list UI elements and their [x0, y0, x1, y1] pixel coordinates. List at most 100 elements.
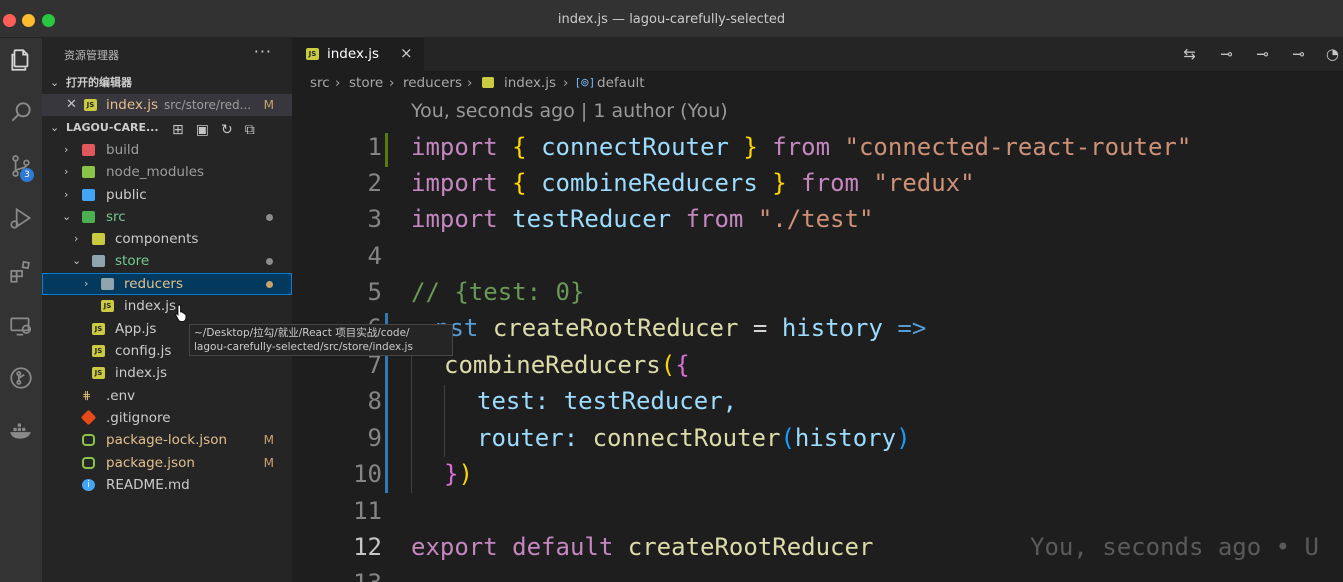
breadcrumb: src › store › reducers › index.js › [⊚] … [292, 71, 1343, 95]
tree-item-src-index[interactable]: JS index.js [42, 362, 292, 384]
explorer-sidebar: 资源管理器 ··· ⌄ 打开的编辑器 ✕ JS index.js src/sto… [42, 38, 292, 582]
node-file-icon [82, 457, 95, 469]
breadcrumb-symbol[interactable]: default [597, 71, 645, 95]
env-file-icon: ⋕ [82, 389, 92, 402]
line-number: 4 [367, 242, 382, 270]
source-control-badge: 3 [20, 168, 34, 182]
remote-explorer-icon[interactable] [0, 306, 42, 346]
folder-reducers-icon [101, 278, 114, 290]
line-number: 9 [367, 424, 382, 452]
line-number: 8 [367, 387, 382, 415]
js-file-icon: JS [101, 300, 114, 312]
editor-tab-bar: JS index.js × ⇆ ⊸ ⊸ ⊸ ◔ [292, 38, 1343, 71]
collapse-all-icon[interactable]: ⧉ [245, 122, 255, 138]
line-number: 1 [367, 133, 382, 161]
window-title: index.js — lagou-carefully-selected [557, 12, 786, 27]
tree-item-public[interactable]: › public [42, 184, 292, 206]
folder-components-icon [92, 233, 105, 245]
tab-label: index.js [327, 46, 380, 62]
git-compare-icon[interactable]: ⊸ [1256, 45, 1269, 63]
new-file-icon[interactable]: ⊞ [172, 122, 184, 138]
project-header[interactable]: ⌄ LAGOU-CARE... ⊞ ▣ ↻ ⧉ [42, 117, 292, 139]
modified-badge: M [263, 98, 274, 112]
info-icon: i [82, 479, 95, 491]
search-icon[interactable] [0, 92, 42, 132]
refresh-icon[interactable]: ↻ [221, 122, 233, 138]
open-changes-icon[interactable]: ⇆ [1183, 45, 1196, 63]
js-file-icon: JS [84, 99, 97, 111]
tree-item-node-modules[interactable]: › node_modules [42, 161, 292, 183]
code-line-9: router: connectRouter(history) [477, 424, 911, 452]
line-number: 12 [353, 533, 382, 561]
docker-icon[interactable] [0, 410, 42, 450]
folder-store-icon [92, 255, 105, 267]
indent-guide [411, 347, 412, 493]
code-line-3: import testReducer from "./test" [411, 205, 874, 233]
close-tab-icon[interactable]: × [400, 44, 413, 62]
line-number: 3 [367, 205, 382, 233]
tree-item-readme[interactable]: i README.md [42, 474, 292, 496]
open-editor-item[interactable]: ✕ JS index.js src/store/red... M [42, 94, 292, 116]
tree-item-gitignore[interactable]: .gitignore [42, 407, 292, 429]
tree-item-package[interactable]: package.json M [42, 452, 292, 474]
indent-guide [444, 385, 445, 457]
breadcrumb-reducers[interactable]: reducers [403, 71, 462, 95]
tree-item-src[interactable]: ⌄ src [42, 206, 292, 228]
timeline-icon[interactable]: ◔ [1326, 45, 1339, 63]
explorer-title: 资源管理器 [64, 49, 119, 62]
tree-item-build[interactable]: › build [42, 139, 292, 161]
chevron-right-icon: › [84, 277, 89, 290]
modified-dot [266, 281, 273, 288]
chevron-down-icon: ⌄ [50, 121, 60, 134]
git-file-icon [80, 409, 97, 426]
line-number: 13 [292, 569, 382, 582]
breadcrumb-store[interactable]: store [349, 71, 383, 95]
previous-change-icon[interactable]: ⊸ [1220, 45, 1233, 63]
code-line-2: import { combineReducers } from "redux" [411, 169, 975, 197]
hand-cursor-icon [175, 304, 187, 322]
tree-item-store[interactable]: ⌄ store [42, 250, 292, 272]
js-file-icon: JS [92, 345, 105, 357]
js-file-icon: JS [92, 323, 105, 335]
run-debug-icon[interactable] [0, 198, 42, 238]
code-line-7: combineReducers({ [444, 351, 690, 379]
modified-badge: M [263, 456, 274, 470]
modified-dot [266, 258, 273, 265]
tree-item-store-index[interactable]: JS index.js [42, 295, 292, 317]
gutter-added-marker [385, 133, 388, 167]
js-file-icon [482, 77, 494, 88]
chevron-right-icon: › [74, 232, 79, 245]
code-line-6: nst createRootReducer = history => [435, 314, 927, 342]
code-line-5: // {test: 0} [411, 278, 585, 306]
code-line-12: export default createRootReducer [411, 533, 874, 561]
breadcrumb-src[interactable]: src [310, 71, 330, 95]
tree-item-components[interactable]: › components [42, 228, 292, 250]
modified-dot [266, 214, 273, 221]
chevron-right-icon: › [64, 165, 69, 178]
title-bar: index.js — lagou-carefully-selected [0, 0, 1343, 38]
node-file-icon [82, 434, 95, 446]
explorer-header: 资源管理器 ··· [42, 38, 292, 70]
breadcrumb-file[interactable]: index.js [504, 71, 556, 95]
more-actions-icon[interactable]: ··· [254, 42, 272, 61]
js-file-icon: JS [306, 48, 319, 60]
folder-build-icon [82, 144, 95, 156]
new-folder-icon[interactable]: ▣ [196, 122, 209, 138]
tab-index-js[interactable]: JS index.js × [292, 38, 424, 71]
tooltip-line-1: ~/Desktop/拉勾/就业/React 项目实战/code/ [194, 327, 410, 339]
open-editors-header[interactable]: ⌄ 打开的编辑器 [42, 72, 292, 94]
code-line-1: import { connectRouter } from "connected… [411, 133, 1192, 161]
source-control-icon[interactable]: 3 [0, 146, 42, 186]
code-line-8: test: testReducer, [477, 387, 738, 415]
symbol-icon: [⊚] [576, 76, 594, 89]
codelens-blame[interactable]: You, seconds ago | 1 author (You) [411, 100, 728, 122]
files-icon[interactable] [0, 40, 42, 80]
tree-item-env[interactable]: ⋕ .env [42, 385, 292, 407]
next-change-icon[interactable]: ⊸ [1292, 45, 1305, 63]
close-icon[interactable]: ✕ [66, 94, 78, 116]
extensions-icon[interactable] [0, 252, 42, 292]
git-graph-icon[interactable] [0, 358, 42, 398]
tree-item-reducers[interactable]: › reducers [42, 273, 292, 295]
tree-item-package-lock[interactable]: package-lock.json M [42, 429, 292, 451]
file-path-tooltip: ~/Desktop/拉勾/就业/React 项目实战/code/ lagou-c… [189, 324, 453, 356]
